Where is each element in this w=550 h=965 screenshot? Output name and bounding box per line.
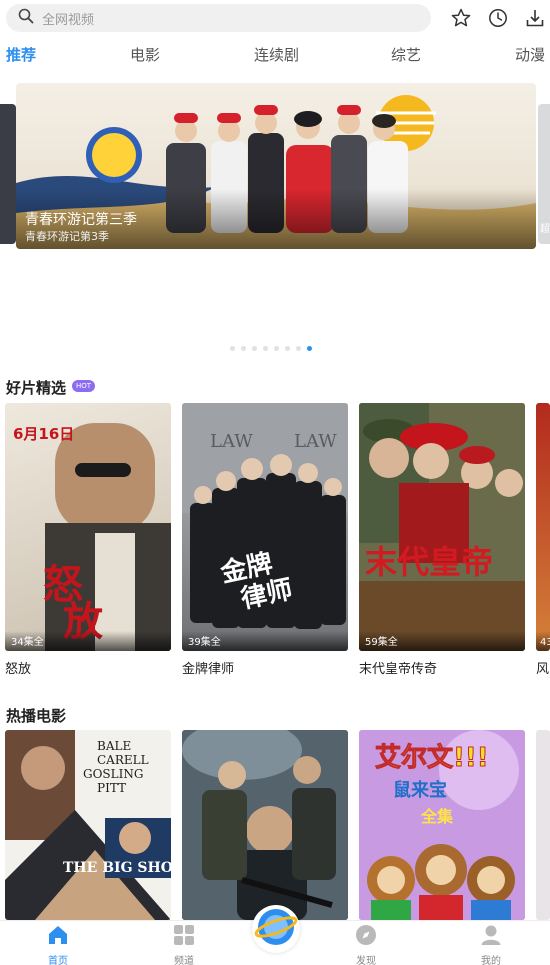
banner-title: 青春环游记第三季 — [25, 212, 137, 228]
svg-text:末代皇帝: 末代皇帝 — [365, 543, 493, 581]
card-title[interactable]: 风 — [536, 658, 550, 677]
tab-movies[interactable]: 电影 — [130, 44, 160, 65]
app-screen: 全网视频 推荐 电影 连续剧 综艺 动漫 青春环游记第三季 青春环游记第3季 超… — [0, 0, 550, 965]
nav-profile-label: 我的 — [481, 956, 501, 965]
star-icon[interactable] — [449, 6, 473, 30]
movie-card-2[interactable] — [182, 730, 348, 920]
svg-text:LAW: LAW — [210, 431, 253, 452]
banner-next-peek[interactable]: 超 — [538, 104, 550, 244]
carousel-dot[interactable] — [274, 346, 279, 351]
episode-count: 34集全 — [11, 637, 44, 648]
carousel-dot[interactable] — [263, 346, 268, 351]
nav-home[interactable]: 首页 — [28, 924, 88, 965]
nav-channels[interactable]: 频道 — [154, 924, 214, 965]
featured-card-4[interactable]: 43 — [536, 403, 550, 651]
poster-title: 艾尔文!!! — [375, 742, 489, 773]
episode-badge: 59集全 — [359, 631, 525, 651]
tab-series[interactable]: 连续剧 — [254, 44, 299, 65]
carousel-dot[interactable] — [285, 346, 290, 351]
episode-count: 39集全 — [188, 637, 221, 648]
episode-badge: 43 — [536, 631, 550, 651]
poster-line: PITT — [97, 781, 126, 795]
featured-card-2[interactable]: LAW LAW 金牌 律师 39集全 — [182, 403, 348, 651]
episode-badge: 39集全 — [182, 631, 348, 651]
movie-card-1[interactable]: BALE CARELL GOSLING PITT THE BIG SHORT — [5, 730, 171, 920]
search-icon — [18, 8, 34, 28]
nav-discover-label: 发现 — [356, 956, 376, 965]
tab-recommend[interactable]: 推荐 — [6, 44, 36, 65]
poster-art: LAW LAW 金牌 律师 — [182, 403, 348, 629]
user-icon — [480, 924, 502, 950]
hot-badge: HOT — [72, 380, 96, 392]
carousel-dot[interactable] — [241, 346, 246, 351]
carousel-dot[interactable] — [296, 346, 301, 351]
card-title[interactable]: 末代皇帝传奇 — [359, 658, 437, 677]
poster-art: BALE CARELL GOSLING PITT THE BIG SHORT — [5, 730, 171, 920]
featured-card-3[interactable]: 末代皇帝 59集全 — [359, 403, 525, 651]
banner-next-peek-text: 超 — [540, 224, 550, 235]
svg-text:6月16日: 6月16日 — [13, 425, 74, 443]
poster-subtitle-2: 全集 — [420, 807, 454, 826]
top-bar: 全网视频 — [0, 0, 550, 38]
carousel-dot[interactable] — [230, 346, 235, 351]
section-title-movies: 热播电影 — [6, 707, 67, 725]
banner-prev-peek[interactable] — [0, 104, 16, 244]
carousel-dot-active[interactable] — [307, 346, 312, 351]
poster-art: 怒 放 6月16日 — [13, 423, 171, 651]
svg-text:LAW: LAW — [294, 431, 337, 452]
compass-icon — [355, 924, 377, 950]
nav-discover[interactable]: 发现 — [336, 924, 396, 965]
card-title[interactable]: 金牌律师 — [182, 658, 234, 677]
clock-icon[interactable] — [486, 6, 510, 30]
tab-variety[interactable]: 综艺 — [391, 44, 421, 65]
episode-count: 59集全 — [365, 637, 398, 648]
banner-slide[interactable]: 青春环游记第三季 青春环游记第3季 — [16, 83, 536, 249]
nav-profile[interactable]: 我的 — [461, 924, 521, 965]
home-icon — [47, 924, 69, 950]
episode-count: 43 — [540, 637, 550, 648]
card-title[interactable]: 怒放 — [5, 658, 31, 677]
poster-subtitle: 鼠来宝 — [393, 779, 447, 801]
grid-icon — [173, 924, 195, 950]
featured-card-1[interactable]: 怒 放 6月16日 34集全 — [5, 403, 171, 651]
center-action-button[interactable] — [252, 905, 300, 953]
movie-card-4[interactable] — [536, 730, 550, 920]
section-title-featured: 好片精选 — [6, 379, 67, 397]
poster-line: BALE — [97, 739, 131, 753]
poster-line: CARELL — [97, 753, 149, 767]
poster-line: GOSLING — [83, 767, 143, 781]
poster-title: THE BIG SHORT — [63, 860, 171, 876]
planet-icon — [254, 905, 298, 953]
episode-badge: 34集全 — [5, 631, 171, 651]
movie-card-3[interactable]: 艾尔文!!! 鼠来宝 全集 — [359, 730, 525, 920]
poster-art — [182, 730, 348, 920]
search-bar[interactable]: 全网视频 — [6, 4, 431, 32]
download-icon[interactable] — [523, 6, 547, 30]
search-placeholder: 全网视频 — [42, 12, 95, 28]
banner-subtitle: 青春环游记第3季 — [25, 230, 109, 243]
poster-art: 艾尔文!!! 鼠来宝 全集 — [359, 730, 525, 920]
nav-channels-label: 频道 — [174, 956, 194, 965]
tab-anime[interactable]: 动漫 — [515, 44, 545, 65]
carousel-dot[interactable] — [252, 346, 257, 351]
poster-art: 末代皇帝 — [359, 403, 525, 651]
nav-home-label: 首页 — [48, 956, 68, 965]
carousel-dots — [230, 346, 312, 352]
category-tabs: 推荐 电影 连续剧 综艺 动漫 — [0, 44, 550, 70]
